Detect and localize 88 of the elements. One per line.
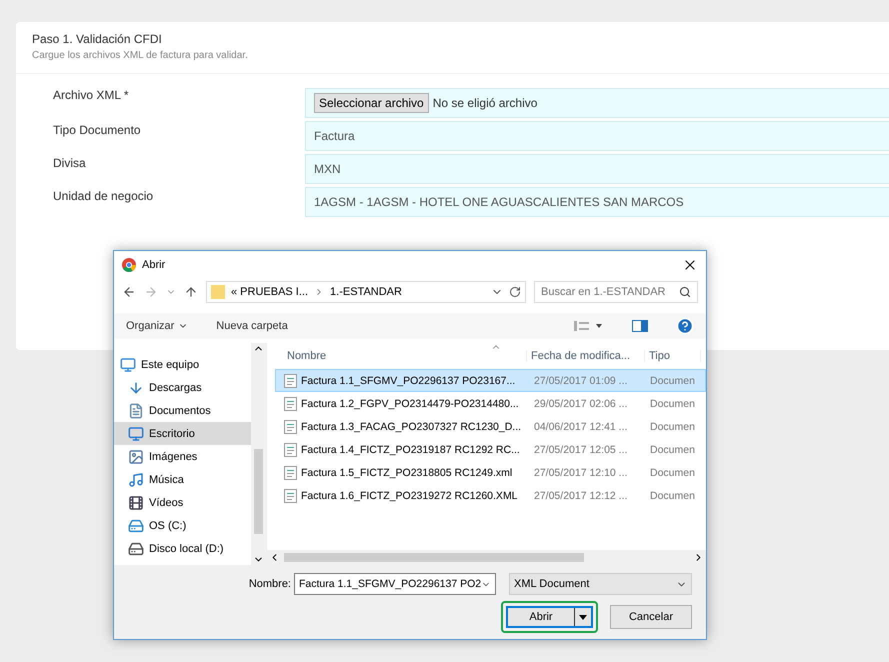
path-segment[interactable]: « PRUEBAS I... <box>231 286 308 298</box>
scrollbar[interactable] <box>251 343 266 565</box>
new-folder-button[interactable]: Nueva carpeta <box>216 320 288 332</box>
file-name: Factura 1.1_SFGMV_PO2296137 PO23167... <box>301 374 516 386</box>
file-type: Documen <box>649 444 696 456</box>
scroll-thumb[interactable] <box>254 449 263 534</box>
file-name: Factura 1.2_FGPV_PO2314479-PO2314480... <box>301 398 519 410</box>
file-name: Factura 1.3_FACAG_PO2307327 RC1230_D... <box>301 420 522 432</box>
sidebar-item[interactable]: Documentos <box>114 399 251 422</box>
dialog-title: Abrir <box>142 259 166 271</box>
file-name: Factura 1.4_FICTZ_PO2319187 RC1292 RC... <box>301 444 520 456</box>
field-label: Unidad de negocio <box>53 188 154 205</box>
file-icon <box>284 396 297 410</box>
folder-icon <box>211 284 225 300</box>
file-row[interactable]: Factura 1.4_FICTZ_PO2319187 RC1292 RC... 27/05/2017 12:05 ... Documen <box>275 438 706 461</box>
path-segment[interactable]: 1.-ESTANDAR <box>330 286 402 298</box>
address-bar[interactable]: « PRUEBAS I... 1.-ESTANDAR <box>206 281 526 303</box>
document-icon <box>128 402 144 418</box>
file-row[interactable]: Factura 1.3_FACAG_PO2307327 RC1230_D... 04/06/2017 12:41 ... Documen <box>275 415 706 438</box>
file-date: 27/05/2017 12:12 ... <box>533 490 628 502</box>
sidebar-item[interactable]: Vídeos <box>114 491 251 514</box>
scroll-thumb[interactable] <box>284 553 584 562</box>
back-icon[interactable] <box>122 285 136 299</box>
sidebar-item[interactable]: Música <box>114 468 251 491</box>
sidebar-item[interactable]: OS (C:) <box>114 514 251 537</box>
sidebar-item[interactable]: Escritorio <box>114 422 251 445</box>
preview-pane-icon[interactable] <box>632 320 648 332</box>
search-field[interactable]: Buscar en 1.-ESTANDAR <box>534 281 698 303</box>
file-status: No se eligió archivo <box>432 96 538 110</box>
file-row[interactable]: Factura 1.5_FICTZ_PO2318805 RC1249.xml 27/05/2017 12:10 ... Documen <box>275 461 706 484</box>
file-name: Factura 1.6_FICTZ_PO2319272 RC1260.XML <box>301 490 518 502</box>
music-icon <box>128 472 144 488</box>
caret-icon <box>579 614 587 620</box>
file-row[interactable]: Factura 1.6_FICTZ_PO2319272 RC1260.XML 27/05/2017 12:12 ... Documen <box>275 484 706 507</box>
up-icon[interactable] <box>184 285 198 299</box>
file-date: 04/06/2017 12:41 ... <box>533 420 628 432</box>
file-type: Documen <box>649 374 696 386</box>
sidebar-item[interactable]: Disco local (D:) <box>114 537 251 560</box>
scrollbar[interactable] <box>267 550 706 565</box>
field-label: Archivo XML * <box>53 88 130 104</box>
file-date: 27/05/2017 12:05 ... <box>533 444 628 456</box>
help-icon[interactable] <box>676 317 694 335</box>
file-type-select[interactable]: XML Document <box>509 573 692 595</box>
file-icon <box>284 442 297 456</box>
search-icon <box>679 286 691 298</box>
computer-icon <box>120 356 136 372</box>
input-field[interactable]: MXN <box>305 154 889 184</box>
file-type: Documen <box>649 420 696 432</box>
file-type: Documen <box>649 490 696 502</box>
file-date: 27/05/2017 01:09 ... <box>533 374 628 386</box>
desktop-icon <box>128 426 144 442</box>
filename-label: Nombre: <box>248 578 291 590</box>
column-header[interactable]: Tipo <box>645 350 701 362</box>
sidebar-item[interactable]: Este equipo <box>114 353 251 376</box>
download-icon <box>128 380 144 396</box>
file-date: 27/05/2017 12:10 ... <box>533 466 628 478</box>
drive-icon <box>128 540 144 556</box>
file-name: Factura 1.5_FICTZ_PO2318805 RC1249.xml <box>301 466 512 478</box>
file-icon <box>284 374 297 388</box>
view-options-icon[interactable] <box>574 320 604 332</box>
file-type: Documen <box>649 398 696 410</box>
sidebar-item[interactable]: Imágenes <box>114 445 251 468</box>
image-icon <box>128 448 144 464</box>
drive-icon <box>128 518 144 534</box>
step-title: Paso 1. Validación CFDI <box>32 32 163 46</box>
film-icon <box>128 494 144 510</box>
field-label: Divisa <box>53 155 87 172</box>
field-label: Tipo Documento <box>53 122 142 139</box>
sidebar-item[interactable]: Descargas <box>114 376 251 399</box>
filename-field[interactable]: Factura 1.1_SFGMV_PO2296137 PO2 <box>294 573 496 595</box>
refresh-icon[interactable] <box>509 286 521 298</box>
file-icon <box>284 488 297 502</box>
choose-file-button[interactable]: Seleccionar archivo <box>314 93 429 113</box>
step-subtitle: Cargue los archivos XML de factura para validar. <box>32 50 249 61</box>
input-field[interactable]: Factura <box>305 121 889 151</box>
column-header[interactable]: Fecha de modifica... <box>527 350 645 362</box>
file-row[interactable]: Factura 1.1_SFGMV_PO2296137 PO23167... 27/05/2017 01:09 ... Documen <box>275 369 706 392</box>
cancel-button[interactable]: Cancelar <box>610 605 692 629</box>
input-field[interactable]: 1AGSM - 1AGSM - HOTEL ONE AGUASCALIENTES SAN MARCOS <box>305 187 889 217</box>
file-icon <box>284 466 297 480</box>
file-icon <box>284 420 297 434</box>
organize-menu[interactable]: Organizar <box>126 320 188 332</box>
file-type: Documen <box>649 466 696 478</box>
open-button[interactable]: Abrir <box>506 606 593 628</box>
column-header[interactable]: Nombre <box>283 350 527 362</box>
browser-logo-icon <box>122 258 136 272</box>
file-date: 29/05/2017 02:06 ... <box>533 398 628 410</box>
file-row[interactable]: Factura 1.2_FGPV_PO2314479-PO2314480... 29/05/2017 02:06 ... Documen <box>275 392 706 415</box>
